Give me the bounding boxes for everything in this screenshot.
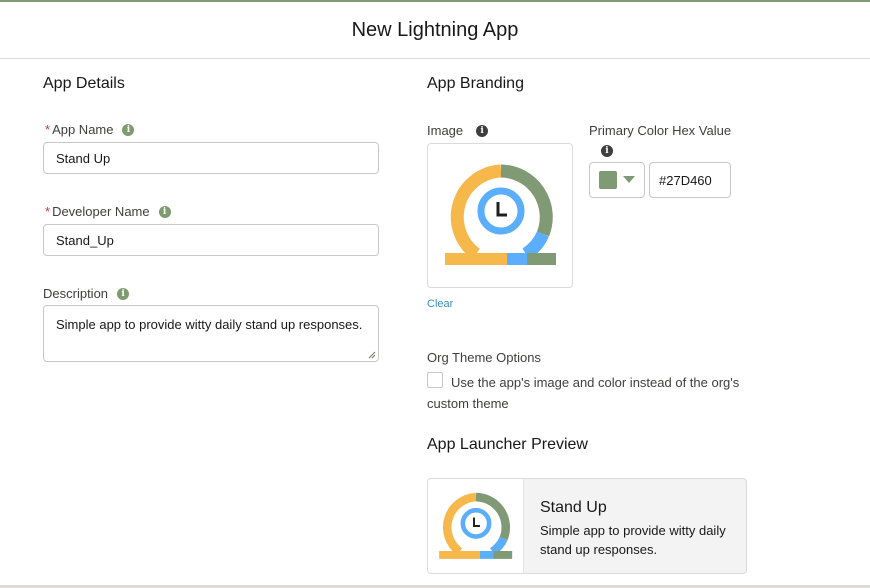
color-swatch [599,171,617,189]
app-branding-heading: App Branding [427,75,524,92]
app-launcher-preview-card: Stand Up Simple app to provide witty dai… [427,478,747,574]
info-icon[interactable]: i [476,124,489,137]
primary-color-hex-input[interactable]: #27D460 [649,162,731,198]
required-marker: * [45,122,51,137]
info-icon[interactable]: i [117,287,130,300]
developer-name-label-text: Developer Name [52,204,150,219]
page-title: New Lightning App [351,18,519,41]
org-theme-label: Org Theme Options [427,350,541,365]
preview-app-description: Simple app to provide witty daily stand … [540,523,726,557]
description-label-text: Description [43,286,109,301]
developer-name-value: Stand_Up [56,232,114,248]
primary-color-hex-value: #27D460 [659,172,712,188]
info-icon[interactable]: i [158,205,171,218]
app-image-upload[interactable] [427,143,573,288]
stand-up-clock-logo-icon [439,492,513,559]
app-name-label: * App Name i [45,122,135,137]
description-value: Simple app to provide witty daily stand … [56,317,363,332]
app-name-label-text: App Name [52,122,114,137]
preview-app-title: Stand Up [540,499,607,516]
org-theme-checkbox-label[interactable]: Use the app's image and color instead of… [427,372,767,414]
description-label: Description i [43,286,130,301]
primary-color-label: Primary Color Hex Value [589,123,732,138]
color-picker-button[interactable] [589,162,645,198]
info-icon[interactable]: i [122,123,135,136]
image-label: Image i [427,123,489,138]
clear-image-link[interactable]: Clear [427,298,453,310]
info-icon[interactable]: i [601,145,613,157]
app-details-heading: App Details [43,75,125,92]
image-label-text: Image [427,123,464,138]
resize-handle-icon[interactable] [368,351,376,359]
modal-header: New Lightning App [0,2,870,59]
description-textarea[interactable]: Simple app to provide witty daily stand … [43,305,379,362]
app-name-input[interactable]: Stand Up [43,142,379,174]
stand-up-clock-logo-icon [445,164,556,265]
preview-icon-area [428,479,524,573]
app-launcher-preview-heading: App Launcher Preview [427,436,588,453]
org-theme-checkbox[interactable] [427,372,443,388]
app-name-value: Stand Up [56,150,111,166]
chevron-down-icon [623,176,635,183]
developer-name-label: * Developer Name i [45,204,171,219]
developer-name-input[interactable]: Stand_Up [43,224,379,256]
required-marker: * [45,204,51,219]
